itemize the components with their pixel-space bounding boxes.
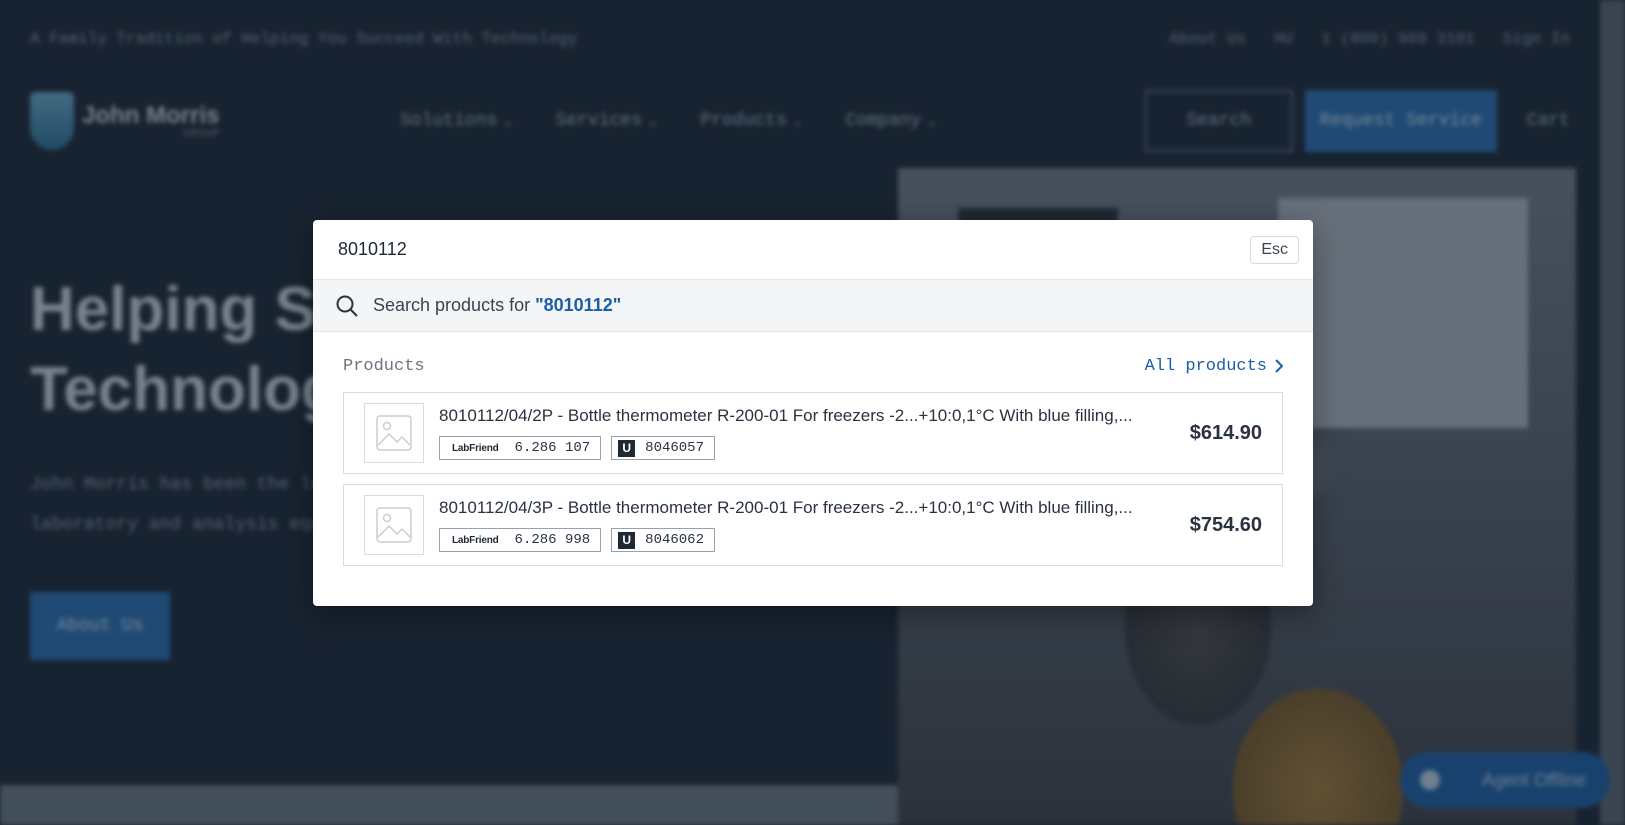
u-brand-logo: U [618, 531, 636, 549]
product-title: 8010112/04/3P - Bottle thermometer R-200… [439, 498, 1133, 517]
search-query-row: Esc [313, 220, 1313, 280]
search-icon [335, 294, 359, 318]
product-result[interactable]: 8010112/04/3P - Bottle thermometer R-200… [343, 484, 1283, 566]
u-code: 8046062 [645, 532, 704, 548]
chevron-right-icon [1275, 359, 1283, 373]
labfriend-code-badge: LabFriend 6.286 107 [439, 436, 602, 460]
u-brand-logo: U [618, 439, 636, 457]
labfriend-code: 6.286 998 [514, 532, 591, 548]
u-code-badge: U 8046057 [611, 436, 715, 460]
results-list: 8010112/04/2P - Bottle thermometer R-200… [313, 392, 1313, 566]
all-products-label: All products [1144, 356, 1267, 376]
image-placeholder-icon [364, 403, 424, 463]
all-products-link[interactable]: All products [1145, 357, 1283, 376]
product-price: $754.60 [1189, 513, 1262, 536]
suggestion-query: "8010112" [535, 295, 622, 315]
suggestion-text: Search products for "8010112" [373, 295, 621, 316]
product-title: 8010112/04/2P - Bottle thermometer R-200… [439, 406, 1133, 425]
product-result[interactable]: 8010112/04/2P - Bottle thermometer R-200… [343, 392, 1283, 474]
labfriend-logo: LabFriend [452, 442, 499, 454]
suggestion-prefix: Search products for [373, 295, 536, 315]
labfriend-code: 6.286 107 [514, 440, 591, 456]
image-placeholder-icon [364, 495, 424, 555]
search-modal: Esc Search products for "8010112" Produc… [313, 220, 1313, 606]
esc-button[interactable]: Esc [1250, 235, 1299, 264]
search-products-suggestion[interactable]: Search products for "8010112" [313, 280, 1313, 332]
section-title: Products [343, 356, 425, 376]
product-price: $614.90 [1189, 421, 1262, 444]
labfriend-logo: LabFriend [452, 534, 499, 546]
u-code-badge: U 8046062 [611, 528, 715, 552]
labfriend-code-badge: LabFriend 6.286 998 [439, 528, 602, 552]
products-section-header: Products All products [313, 354, 1313, 378]
search-input[interactable] [338, 239, 1251, 260]
u-code: 8046057 [645, 440, 704, 456]
